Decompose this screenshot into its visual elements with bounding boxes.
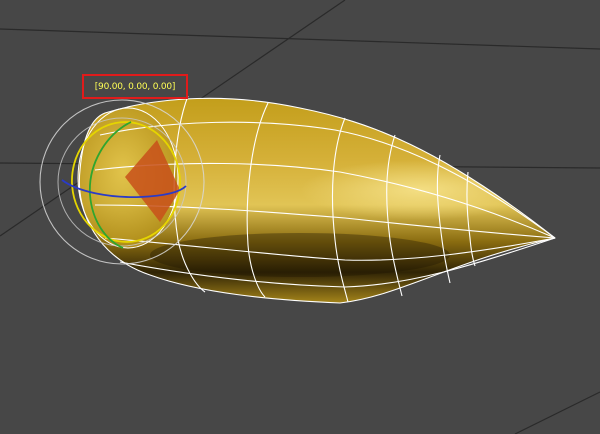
scene-canvas[interactable] (0, 0, 600, 434)
viewport-perspective[interactable]: [90.00, 0.00, 0.00] (0, 0, 600, 434)
rotation-readout-value: [90.00, 0.00, 0.00] (94, 81, 176, 92)
rotation-readout: [90.00, 0.00, 0.00] (82, 74, 188, 99)
